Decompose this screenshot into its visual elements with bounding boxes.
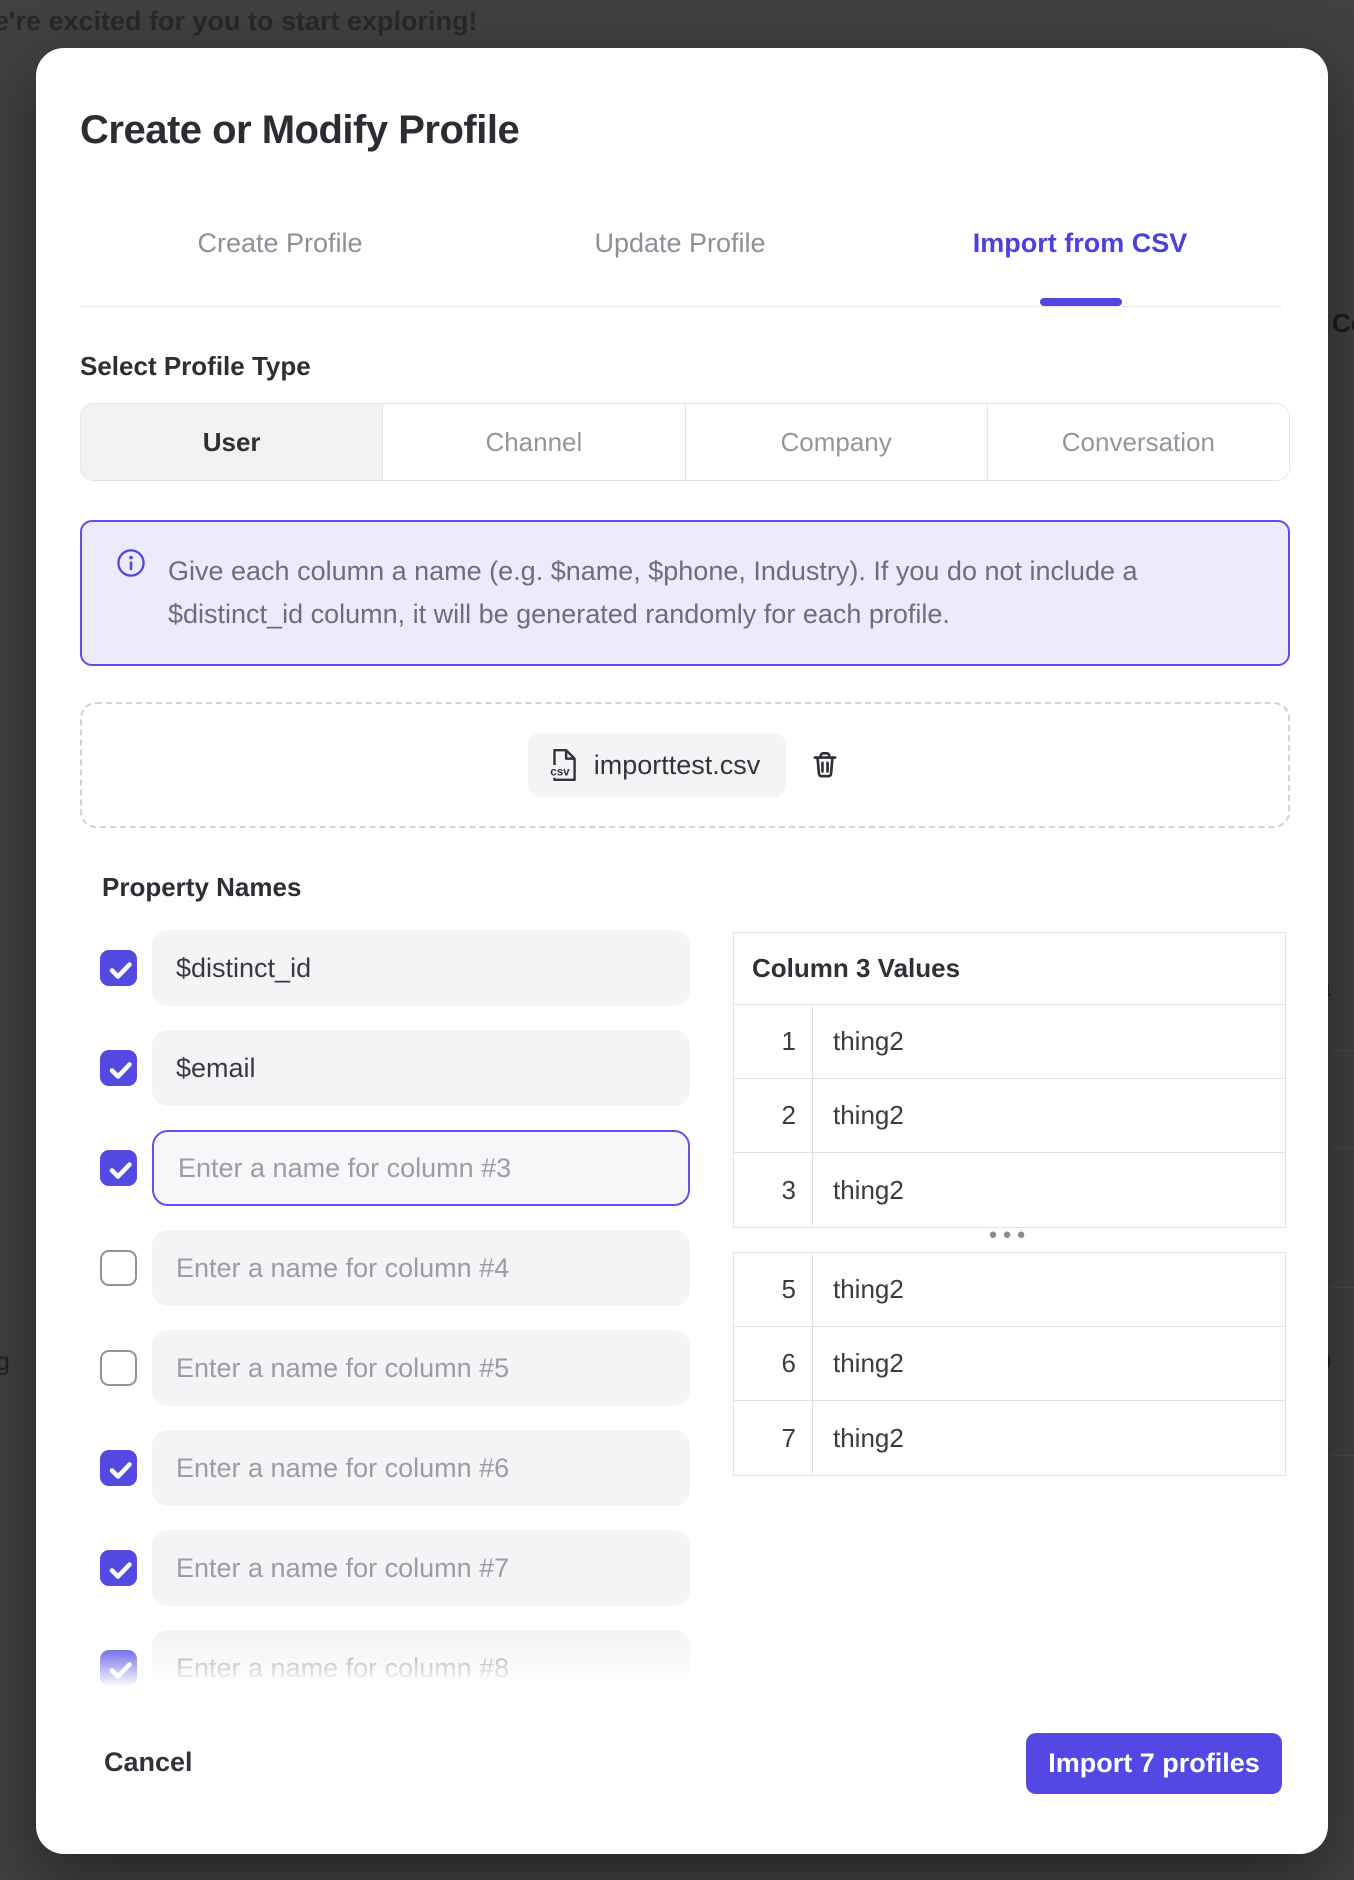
table-ellipsis: ●●● <box>733 1226 1286 1243</box>
column-6-checkbox[interactable] <box>100 1450 137 1486</box>
create-or-modify-profile-dialog: Create or Modify Profile Create Profile … <box>36 48 1328 1854</box>
row-value: thing2 <box>813 1253 1285 1326</box>
column-3-name-input[interactable] <box>152 1130 690 1206</box>
table-row: 3 thing2 <box>734 1153 1285 1227</box>
profile-type-user[interactable]: User <box>81 404 382 480</box>
cancel-button[interactable]: Cancel <box>104 1747 193 1778</box>
column-values-table-top: Column 3 Values 1 thing2 2 thing2 3 thin… <box>733 932 1286 1228</box>
profile-type-channel[interactable]: Channel <box>382 404 684 480</box>
column-8-name-input[interactable] <box>152 1630 690 1692</box>
row-index: 5 <box>734 1253 813 1326</box>
property-row-5 <box>80 1330 700 1406</box>
tab-import-from-csv[interactable]: Import from CSV <box>973 228 1188 259</box>
tab-divider <box>80 306 1282 307</box>
column-1-checkbox[interactable] <box>100 950 137 986</box>
info-text: Give each column a name (e.g. $name, $ph… <box>168 550 1158 636</box>
background-fragment: Col <box>1332 308 1354 339</box>
row-index: 1 <box>734 1005 813 1078</box>
background-gridline <box>1330 1148 1354 1149</box>
property-row-6 <box>80 1430 700 1506</box>
property-row-7 <box>80 1530 700 1606</box>
svg-text:csv: csv <box>550 766 570 779</box>
row-index: 2 <box>734 1079 813 1152</box>
property-row-3 <box>80 1130 700 1206</box>
profile-type-company[interactable]: Company <box>685 404 987 480</box>
row-index: 3 <box>734 1153 813 1227</box>
import-profiles-button[interactable]: Import 7 profiles <box>1026 1733 1282 1794</box>
table-row: 6 thing2 <box>734 1327 1285 1401</box>
csv-file-icon: csv <box>546 747 582 783</box>
background-gridline <box>1330 1455 1354 1456</box>
uploaded-file-chip: csv importtest.csv <box>528 733 787 797</box>
row-value: thing2 <box>813 1005 1285 1078</box>
property-row-8 <box>80 1630 700 1692</box>
column-5-name-input[interactable] <box>152 1330 690 1406</box>
active-tab-underline <box>1040 298 1122 306</box>
csv-upload-dropzone[interactable]: csv importtest.csv <box>80 702 1290 828</box>
profile-type-conversation[interactable]: Conversation <box>987 404 1289 480</box>
table-row: 5 thing2 <box>734 1253 1285 1327</box>
column-5-checkbox[interactable] <box>100 1350 137 1386</box>
column-6-name-input[interactable] <box>152 1430 690 1506</box>
background-fragment: g <box>0 1348 10 1377</box>
column-4-name-input[interactable] <box>152 1230 690 1306</box>
info-callout: Give each column a name (e.g. $name, $ph… <box>80 520 1290 666</box>
background-page-heading: e're excited for you to start exploring! <box>0 6 478 37</box>
row-index: 7 <box>734 1401 813 1475</box>
select-profile-type-label: Select Profile Type <box>80 351 311 382</box>
uploaded-file-name: importtest.csv <box>594 750 761 781</box>
table-row: 7 thing2 <box>734 1401 1285 1475</box>
property-names-label: Property Names <box>102 872 301 903</box>
tab-update-profile[interactable]: Update Profile <box>594 228 765 259</box>
table-row: 1 thing2 <box>734 1005 1285 1079</box>
row-value: thing2 <box>813 1153 1285 1227</box>
row-index: 6 <box>734 1327 813 1400</box>
column-7-name-input[interactable] <box>152 1530 690 1606</box>
row-value: thing2 <box>813 1079 1285 1152</box>
column-2-checkbox[interactable] <box>100 1050 137 1086</box>
column-3-checkbox[interactable] <box>100 1150 137 1186</box>
property-row-1 <box>80 930 700 1006</box>
column-values-table-bottom: 5 thing2 6 thing2 7 thing2 <box>733 1252 1286 1476</box>
property-row-4 <box>80 1230 700 1306</box>
info-icon <box>116 548 146 578</box>
property-name-list <box>80 924 700 1692</box>
profile-type-selector: User Channel Company Conversation <box>80 403 1290 481</box>
trash-icon <box>808 748 842 782</box>
column-7-checkbox[interactable] <box>100 1550 137 1586</box>
column-4-checkbox[interactable] <box>100 1250 137 1286</box>
table-row: 2 thing2 <box>734 1079 1285 1153</box>
background-gridline <box>1330 1287 1354 1288</box>
property-row-2 <box>80 1030 700 1106</box>
column-2-name-input[interactable] <box>152 1030 690 1106</box>
column-1-name-input[interactable] <box>152 930 690 1006</box>
background-gridline <box>1330 1050 1354 1051</box>
values-table-header: Column 3 Values <box>734 933 1285 1005</box>
dialog-title: Create or Modify Profile <box>80 108 519 153</box>
row-value: thing2 <box>813 1401 1285 1475</box>
column-8-checkbox[interactable] <box>100 1650 137 1686</box>
tab-create-profile[interactable]: Create Profile <box>197 228 362 259</box>
delete-file-button[interactable] <box>808 748 842 782</box>
row-value: thing2 <box>813 1327 1285 1400</box>
